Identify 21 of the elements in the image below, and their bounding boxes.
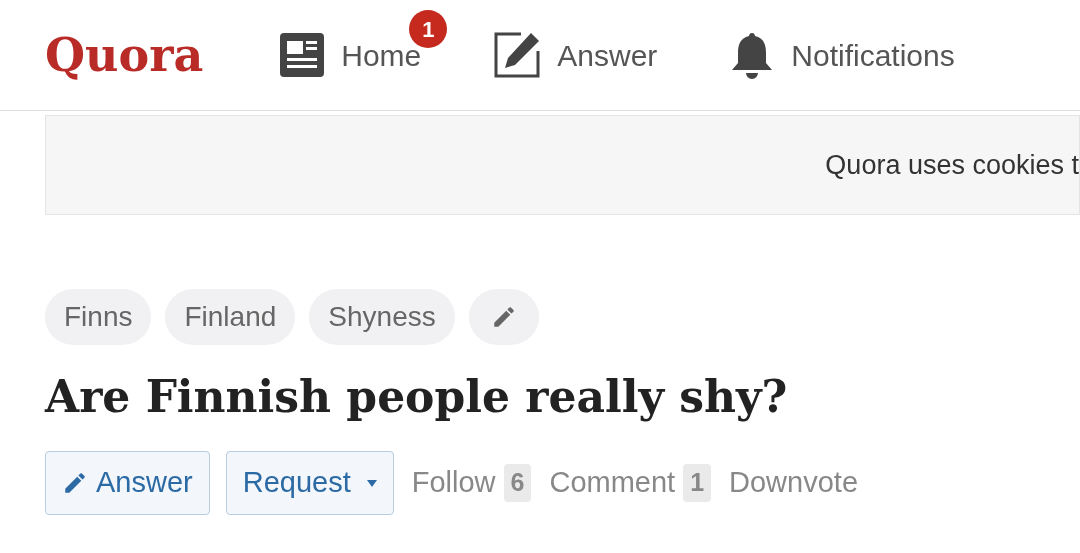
topic-tag[interactable]: Finns bbox=[45, 289, 152, 345]
logo[interactable]: Quora bbox=[45, 20, 204, 90]
notification-badge: 1 bbox=[409, 10, 448, 48]
request-button[interactable]: Request bbox=[225, 451, 394, 515]
question-title: Are Finnish people really shy? bbox=[45, 370, 789, 424]
follow-link[interactable]: Follow bbox=[411, 461, 496, 505]
comment-link[interactable]: Comment bbox=[549, 461, 676, 505]
answer-button[interactable]: Answer bbox=[45, 451, 210, 515]
edit-icon bbox=[493, 31, 542, 79]
newspaper-icon bbox=[279, 32, 326, 78]
edit-topics-button[interactable] bbox=[468, 289, 539, 345]
caret-icon bbox=[366, 479, 377, 487]
count-badge: 1 bbox=[683, 464, 712, 502]
downvote-link[interactable]: Downvote bbox=[729, 461, 858, 505]
nav-item[interactable]: Notifications bbox=[729, 31, 955, 79]
pencil-icon bbox=[62, 470, 88, 496]
cookie-text: Quora uses cookies t bbox=[825, 148, 1079, 182]
topic-tag[interactable]: Finland bbox=[165, 289, 296, 345]
count-badge: 6 bbox=[503, 464, 532, 502]
topic-tag[interactable]: Shyness bbox=[309, 289, 455, 345]
nav-item[interactable]: Answer bbox=[493, 31, 658, 79]
